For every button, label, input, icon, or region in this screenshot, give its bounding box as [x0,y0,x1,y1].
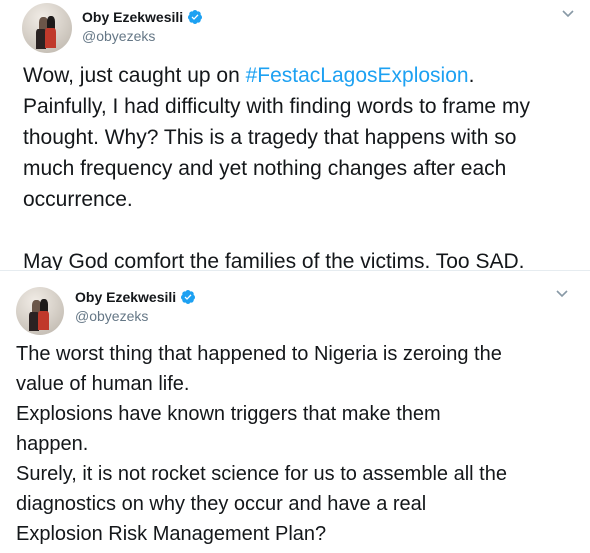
tweet-line: Painfully, I had difficulty with finding… [23,95,530,118]
tweet-line: The worst thing that happened to Nigeria… [16,343,502,365]
tweet-text: The worst thing that happened to Nigeria… [16,339,507,549]
chevron-down-icon[interactable] [555,289,569,299]
avatar[interactable] [22,3,72,53]
tweet-line: thought. Why? This is a tragedy that hap… [23,126,517,149]
tweet-line: much frequency and yet nothing changes a… [23,157,507,180]
author-display-name[interactable]: Oby Ezekwesili [75,289,176,305]
tweet-line: Explosions have known triggers that make… [16,403,441,425]
tweet-1: Oby Ezekwesili @obyezeks Wow, just caugh… [0,0,590,270]
avatar[interactable] [16,287,64,335]
author-display-name[interactable]: Oby Ezekwesili [82,9,183,25]
tweet-2: Oby Ezekwesili @obyezeks The worst thing… [0,270,590,553]
tweet-line: diagnostics on why they occur and have a… [16,493,427,515]
chevron-down-icon[interactable] [561,9,575,19]
tweet-line: Explosion Risk Management Plan? [16,523,327,545]
tweet-line: Wow, just caught up on #FestacLagosExplo… [23,64,475,87]
tweet-line: May God comfort the families of the vict… [23,250,525,270]
tweet-text: Wow, just caught up on #FestacLagosExplo… [23,60,530,270]
tweet-line: occurrence. [23,188,133,211]
hashtag-link[interactable]: #FestacLagosExplosion [246,64,469,87]
author-row: Oby Ezekwesili [82,9,203,25]
author-handle[interactable]: @obyezeks [82,28,155,44]
tweet-line: happen. [16,433,89,455]
tweet-line: value of human life. [16,373,190,395]
verified-badge-icon [188,10,203,24]
author-handle[interactable]: @obyezeks [75,308,148,324]
tweet-line: Surely, it is not rocket science for us … [16,463,507,485]
verified-badge-icon [181,290,196,304]
author-row: Oby Ezekwesili [75,289,196,305]
